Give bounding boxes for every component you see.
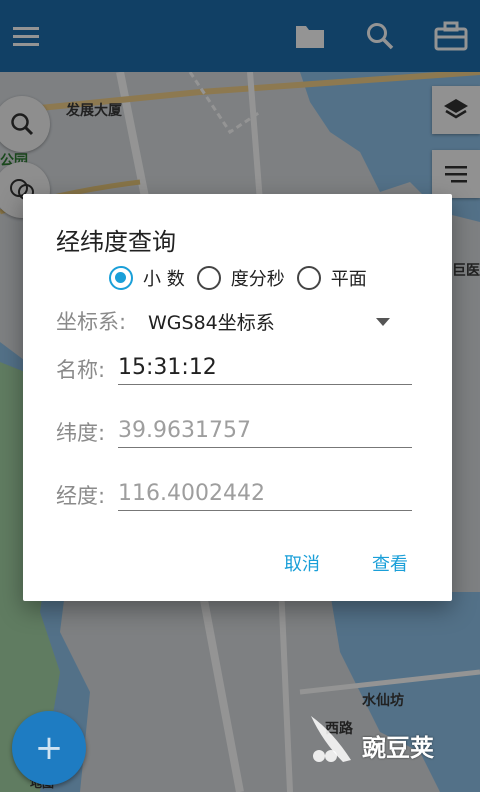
name-label: 名称: bbox=[56, 358, 106, 382]
radio-checked-icon bbox=[109, 266, 133, 290]
radio-unchecked-icon bbox=[196, 266, 221, 290]
crs-selected-value: WGS84坐标系 bbox=[148, 312, 275, 334]
cancel-button[interactable]: 取消 bbox=[284, 550, 320, 576]
radio-label: 小 数 bbox=[143, 269, 185, 290]
radio-label: 度分秒 bbox=[230, 269, 285, 290]
watermark-text: 豌豆荚 bbox=[362, 734, 434, 762]
add-button[interactable]: + bbox=[12, 711, 86, 785]
dropdown-arrow-icon bbox=[376, 318, 390, 326]
radio-planar[interactable]: 平面 bbox=[296, 265, 367, 291]
name-field-row: 名称: bbox=[56, 350, 416, 390]
watermark: 豌豆荚 bbox=[303, 712, 453, 768]
latitude-label: 纬度: bbox=[56, 421, 106, 445]
crs-select[interactable]: 坐标系: WGS84坐标系 bbox=[56, 306, 396, 336]
longitude-field-row: 经度: bbox=[56, 476, 416, 516]
name-input[interactable] bbox=[118, 350, 412, 385]
latlon-query-dialog: 经纬度查询 小 数 度分秒 平面 坐标系: WGS84坐标系 名称: 纬度: 经… bbox=[23, 194, 452, 601]
latitude-input[interactable] bbox=[118, 413, 412, 448]
radio-unchecked-icon bbox=[296, 266, 321, 290]
longitude-input[interactable] bbox=[118, 476, 412, 511]
plus-icon: + bbox=[34, 728, 64, 768]
dialog-title: 经纬度查询 bbox=[56, 228, 176, 256]
latitude-field-row: 纬度: bbox=[56, 413, 416, 453]
pea-logo-icon bbox=[311, 716, 351, 762]
radio-dms[interactable]: 度分秒 bbox=[196, 265, 285, 291]
crs-label: 坐标系: bbox=[56, 310, 127, 334]
coordinate-format-radio-group: 小 数 度分秒 平面 bbox=[109, 264, 379, 292]
radio-label: 平面 bbox=[330, 269, 367, 290]
radio-decimal[interactable]: 小 数 bbox=[109, 265, 185, 291]
view-button[interactable]: 查看 bbox=[372, 550, 408, 576]
longitude-label: 经度: bbox=[56, 484, 106, 508]
